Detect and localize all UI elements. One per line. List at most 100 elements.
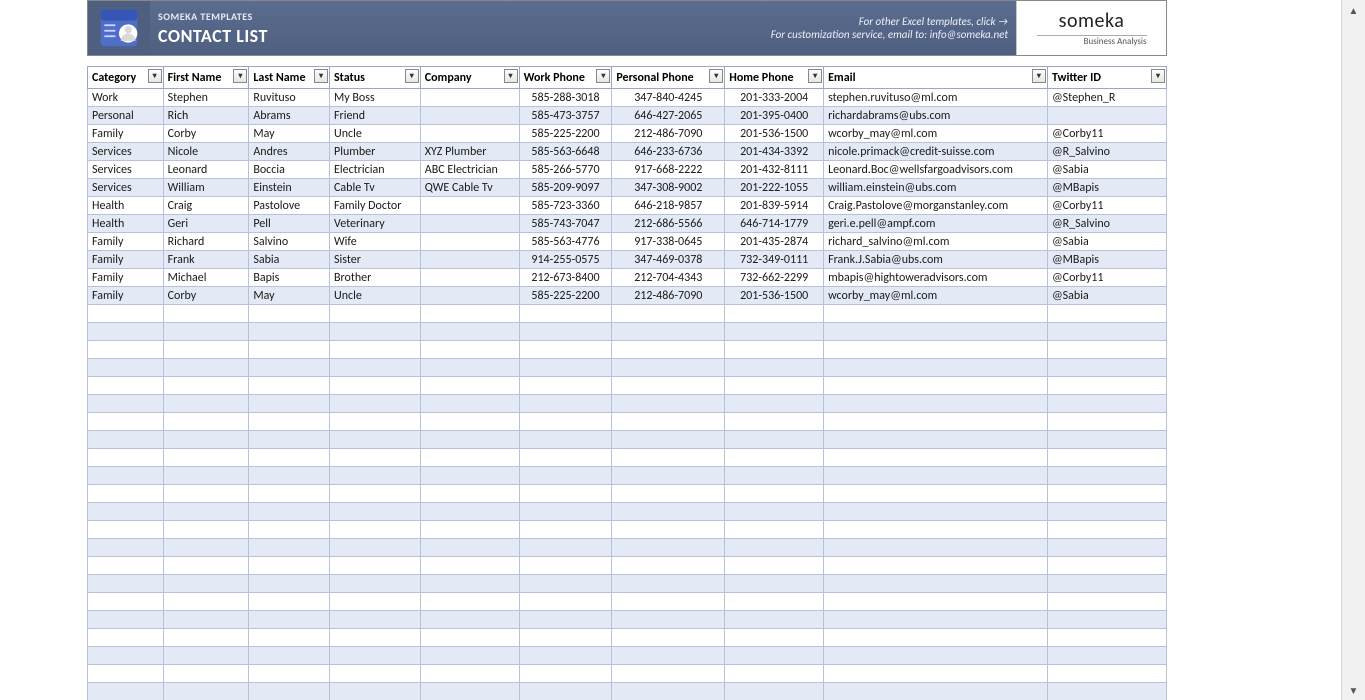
table-cell[interactable] xyxy=(88,449,164,467)
table-cell[interactable] xyxy=(612,683,725,700)
table-cell[interactable] xyxy=(88,629,164,647)
table-cell[interactable]: Geri xyxy=(163,215,249,233)
table-row[interactable]: ServicesWilliamEinsteinCable TvQWE Cable… xyxy=(88,179,1167,197)
table-cell[interactable] xyxy=(420,683,519,700)
table-cell[interactable] xyxy=(725,359,824,377)
table-cell[interactable] xyxy=(420,395,519,413)
table-cell[interactable]: Craig xyxy=(163,197,249,215)
table-cell[interactable]: Personal xyxy=(88,107,164,125)
table-cell[interactable] xyxy=(420,449,519,467)
table-cell[interactable] xyxy=(519,377,612,395)
help-email[interactable]: info@someka.net xyxy=(930,28,1008,41)
table-cell[interactable]: geri.e.pell@ampf.com xyxy=(824,215,1048,233)
table-cell[interactable] xyxy=(330,485,421,503)
table-cell[interactable] xyxy=(420,575,519,593)
table-row[interactable]: HealthGeriPellVeterinary585-743-7047212-… xyxy=(88,215,1167,233)
table-cell[interactable]: Family xyxy=(88,233,164,251)
table-cell[interactable] xyxy=(824,503,1048,521)
table-cell[interactable] xyxy=(725,683,824,700)
table-cell[interactable] xyxy=(1047,665,1166,683)
table-row[interactable] xyxy=(88,593,1167,611)
table-cell[interactable] xyxy=(519,647,612,665)
table-cell[interactable]: Pastolove xyxy=(249,197,330,215)
table-cell[interactable]: Andres xyxy=(249,143,330,161)
table-cell[interactable] xyxy=(249,341,330,359)
table-cell[interactable]: richardabrams@ubs.com xyxy=(824,107,1048,125)
table-cell[interactable]: 201-839-5914 xyxy=(725,197,824,215)
table-cell[interactable]: Abrams xyxy=(249,107,330,125)
table-cell[interactable]: Frank xyxy=(163,251,249,269)
table-cell[interactable] xyxy=(725,485,824,503)
table-cell[interactable] xyxy=(824,611,1048,629)
table-row[interactable] xyxy=(88,647,1167,665)
table-cell[interactable] xyxy=(824,467,1048,485)
table-cell[interactable] xyxy=(88,359,164,377)
table-cell[interactable] xyxy=(249,449,330,467)
table-cell[interactable]: Leonard xyxy=(163,161,249,179)
table-cell[interactable] xyxy=(519,359,612,377)
table-cell[interactable]: 585-563-4776 xyxy=(519,233,612,251)
table-row[interactable] xyxy=(88,575,1167,593)
table-cell[interactable] xyxy=(249,485,330,503)
table-cell[interactable] xyxy=(420,539,519,557)
table-cell[interactable] xyxy=(824,593,1048,611)
table-row[interactable]: FamilyCorbyMayUncle585-225-2200212-486-7… xyxy=(88,125,1167,143)
table-cell[interactable] xyxy=(612,341,725,359)
table-cell[interactable] xyxy=(725,503,824,521)
table-cell[interactable] xyxy=(330,341,421,359)
table-cell[interactable]: Services xyxy=(88,179,164,197)
table-cell[interactable] xyxy=(420,467,519,485)
table-cell[interactable] xyxy=(612,323,725,341)
table-cell[interactable] xyxy=(725,377,824,395)
table-row[interactable] xyxy=(88,665,1167,683)
table-cell[interactable] xyxy=(420,503,519,521)
table-cell[interactable]: Work xyxy=(88,89,164,107)
table-cell[interactable] xyxy=(612,611,725,629)
table-cell[interactable] xyxy=(163,431,249,449)
table-cell[interactable] xyxy=(330,359,421,377)
table-cell[interactable]: 646-233-6736 xyxy=(612,143,725,161)
table-cell[interactable] xyxy=(420,413,519,431)
table-cell[interactable] xyxy=(330,593,421,611)
table-cell[interactable]: 201-434-3392 xyxy=(725,143,824,161)
table-cell[interactable] xyxy=(163,629,249,647)
table-cell[interactable]: Bapis xyxy=(249,269,330,287)
table-cell[interactable]: Richard xyxy=(163,233,249,251)
table-row[interactable] xyxy=(88,629,1167,647)
table-cell[interactable]: 646-427-2065 xyxy=(612,107,725,125)
table-cell[interactable] xyxy=(519,611,612,629)
table-cell[interactable] xyxy=(612,539,725,557)
table-cell[interactable]: Family xyxy=(88,269,164,287)
table-cell[interactable]: Family xyxy=(88,251,164,269)
table-cell[interactable] xyxy=(725,539,824,557)
table-cell[interactable]: @MBapis xyxy=(1047,251,1166,269)
table-cell[interactable] xyxy=(1047,467,1166,485)
table-cell[interactable]: Pell xyxy=(249,215,330,233)
table-cell[interactable] xyxy=(824,485,1048,503)
table-cell[interactable] xyxy=(330,413,421,431)
table-cell[interactable] xyxy=(725,323,824,341)
table-cell[interactable]: Plumber xyxy=(330,143,421,161)
table-cell[interactable] xyxy=(88,557,164,575)
vertical-scrollbar[interactable]: ▲ ▼ xyxy=(1341,0,1365,700)
table-cell[interactable]: @Sabia xyxy=(1047,161,1166,179)
table-cell[interactable] xyxy=(420,377,519,395)
table-cell[interactable] xyxy=(519,593,612,611)
table-cell[interactable] xyxy=(824,557,1048,575)
table-cell[interactable]: 347-469-0378 xyxy=(612,251,725,269)
table-cell[interactable] xyxy=(824,359,1048,377)
table-cell[interactable] xyxy=(519,665,612,683)
table-cell[interactable]: 585-225-2200 xyxy=(519,125,612,143)
table-cell[interactable]: Sabia xyxy=(249,251,330,269)
table-cell[interactable] xyxy=(88,647,164,665)
table-cell[interactable] xyxy=(420,593,519,611)
table-cell[interactable] xyxy=(519,413,612,431)
table-cell[interactable] xyxy=(249,395,330,413)
column-header[interactable]: Personal Phone▾ xyxy=(612,67,725,89)
table-cell[interactable] xyxy=(824,449,1048,467)
column-header[interactable]: Status▾ xyxy=(330,67,421,89)
table-cell[interactable]: Uncle xyxy=(330,287,421,305)
table-cell[interactable] xyxy=(163,593,249,611)
column-header[interactable]: Category▾ xyxy=(88,67,164,89)
table-cell[interactable] xyxy=(249,305,330,323)
